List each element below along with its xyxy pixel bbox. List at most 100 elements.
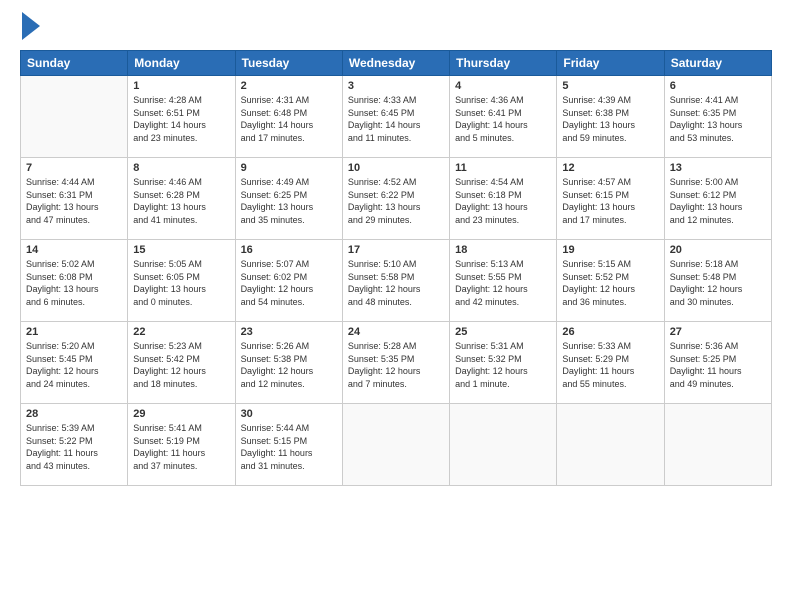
day-info: Sunrise: 5:18 AM Sunset: 5:48 PM Dayligh… — [670, 258, 766, 308]
day-number: 1 — [133, 80, 229, 92]
day-number: 17 — [348, 244, 444, 256]
day-number: 9 — [241, 162, 337, 174]
day-info: Sunrise: 4:44 AM Sunset: 6:31 PM Dayligh… — [26, 176, 122, 226]
week-row-2: 7Sunrise: 4:44 AM Sunset: 6:31 PM Daylig… — [21, 158, 772, 240]
calendar-cell: 23 Sunrise: 5:26 AM Sunset: 5:38 PM Dayli… — [235, 322, 342, 404]
day-number: 19 — [562, 244, 658, 256]
calendar-cell: 7Sunrise: 4:44 AM Sunset: 6:31 PM Daylig… — [21, 158, 128, 240]
week-row-5: 28 Sunrise: 5:39 AM Sunset: 5:22 PM Dayli… — [21, 404, 772, 486]
calendar-cell: 16 Sunrise: 5:07 AM Sunset: 6:02 PM Dayli… — [235, 240, 342, 322]
day-number: 23 — [241, 326, 337, 338]
calendar-cell — [557, 404, 664, 486]
day-info: Sunrise: 5:31 AM Sunset: 5:32 PM Dayligh… — [455, 340, 551, 390]
calendar-cell: 6 Sunrise: 4:41 AM Sunset: 6:35 PM Daylig… — [664, 76, 771, 158]
day-number: 6 — [670, 80, 766, 92]
day-number: 30 — [241, 408, 337, 420]
calendar-cell: 4 Sunrise: 4:36 AM Sunset: 6:41 PM Daylig… — [450, 76, 557, 158]
day-info: Sunrise: 4:54 AM Sunset: 6:18 PM Dayligh… — [455, 176, 551, 226]
calendar-cell: 18Sunrise: 5:13 AM Sunset: 5:55 PM Dayli… — [450, 240, 557, 322]
day-number: 15 — [133, 244, 229, 256]
day-info: Sunrise: 4:49 AM Sunset: 6:25 PM Dayligh… — [241, 176, 337, 226]
day-info: Sunrise: 4:31 AM Sunset: 6:48 PM Dayligh… — [241, 94, 337, 144]
calendar-cell: 5Sunrise: 4:39 AM Sunset: 6:38 PM Daylig… — [557, 76, 664, 158]
calendar-cell: 12 Sunrise: 4:57 AM Sunset: 6:15 PM Dayli… — [557, 158, 664, 240]
calendar-cell: 1 Sunrise: 4:28 AM Sunset: 6:51 PM Daylig… — [128, 76, 235, 158]
day-number: 2 — [241, 80, 337, 92]
calendar-cell: 8 Sunrise: 4:46 AM Sunset: 6:28 PM Daylig… — [128, 158, 235, 240]
calendar-cell: 20 Sunrise: 5:18 AM Sunset: 5:48 PM Dayli… — [664, 240, 771, 322]
logo-icon — [22, 12, 40, 40]
calendar-cell: 14 Sunrise: 5:02 AM Sunset: 6:08 PM Dayli… — [21, 240, 128, 322]
day-info: Sunrise: 5:23 AM Sunset: 5:42 PM Dayligh… — [133, 340, 229, 390]
week-row-1: 1 Sunrise: 4:28 AM Sunset: 6:51 PM Daylig… — [21, 76, 772, 158]
day-number: 11 — [455, 162, 551, 174]
day-info: Sunrise: 5:05 AM Sunset: 6:05 PM Dayligh… — [133, 258, 229, 308]
day-number: 21 — [26, 326, 122, 338]
day-number: 14 — [26, 244, 122, 256]
day-info: Sunrise: 5:26 AM Sunset: 5:38 PM Dayligh… — [241, 340, 337, 390]
calendar-cell: 17Sunrise: 5:10 AM Sunset: 5:58 PM Dayli… — [342, 240, 449, 322]
day-number: 4 — [455, 80, 551, 92]
calendar-cell: 22 Sunrise: 5:23 AM Sunset: 5:42 PM Dayli… — [128, 322, 235, 404]
day-info: Sunrise: 5:33 AM Sunset: 5:29 PM Dayligh… — [562, 340, 658, 390]
calendar-cell: 13 Sunrise: 5:00 AM Sunset: 6:12 PM Dayli… — [664, 158, 771, 240]
calendar-cell: 30 Sunrise: 5:44 AM Sunset: 5:15 PM Dayli… — [235, 404, 342, 486]
calendar-cell: 27 Sunrise: 5:36 AM Sunset: 5:25 PM Dayli… — [664, 322, 771, 404]
day-number: 13 — [670, 162, 766, 174]
day-number: 8 — [133, 162, 229, 174]
day-number: 20 — [670, 244, 766, 256]
page: SundayMondayTuesdayWednesdayThursdayFrid… — [0, 0, 792, 612]
weekday-sunday: Sunday — [21, 51, 128, 76]
day-number: 24 — [348, 326, 444, 338]
day-number: 25 — [455, 326, 551, 338]
day-number: 3 — [348, 80, 444, 92]
day-number: 26 — [562, 326, 658, 338]
calendar-cell — [664, 404, 771, 486]
calendar-cell: 21Sunrise: 5:20 AM Sunset: 5:45 PM Dayli… — [21, 322, 128, 404]
day-info: Sunrise: 4:41 AM Sunset: 6:35 PM Dayligh… — [670, 94, 766, 144]
day-info: Sunrise: 5:39 AM Sunset: 5:22 PM Dayligh… — [26, 422, 122, 472]
day-number: 28 — [26, 408, 122, 420]
calendar-cell: 9 Sunrise: 4:49 AM Sunset: 6:25 PM Daylig… — [235, 158, 342, 240]
day-info: Sunrise: 5:36 AM Sunset: 5:25 PM Dayligh… — [670, 340, 766, 390]
weekday-tuesday: Tuesday — [235, 51, 342, 76]
weekday-saturday: Saturday — [664, 51, 771, 76]
calendar-cell: 10 Sunrise: 4:52 AM Sunset: 6:22 PM Dayli… — [342, 158, 449, 240]
logo — [20, 16, 40, 40]
day-info: Sunrise: 5:07 AM Sunset: 6:02 PM Dayligh… — [241, 258, 337, 308]
day-info: Sunrise: 4:39 AM Sunset: 6:38 PM Dayligh… — [562, 94, 658, 144]
calendar-cell: 29 Sunrise: 5:41 AM Sunset: 5:19 PM Dayli… — [128, 404, 235, 486]
weekday-wednesday: Wednesday — [342, 51, 449, 76]
day-number: 18 — [455, 244, 551, 256]
day-info: Sunrise: 5:44 AM Sunset: 5:15 PM Dayligh… — [241, 422, 337, 472]
week-row-4: 21Sunrise: 5:20 AM Sunset: 5:45 PM Dayli… — [21, 322, 772, 404]
day-info: Sunrise: 5:00 AM Sunset: 6:12 PM Dayligh… — [670, 176, 766, 226]
calendar-table: SundayMondayTuesdayWednesdayThursdayFrid… — [20, 50, 772, 486]
weekday-monday: Monday — [128, 51, 235, 76]
day-number: 29 — [133, 408, 229, 420]
day-number: 10 — [348, 162, 444, 174]
day-number: 12 — [562, 162, 658, 174]
day-info: Sunrise: 5:02 AM Sunset: 6:08 PM Dayligh… — [26, 258, 122, 308]
day-info: Sunrise: 4:28 AM Sunset: 6:51 PM Dayligh… — [133, 94, 229, 144]
day-info: Sunrise: 4:46 AM Sunset: 6:28 PM Dayligh… — [133, 176, 229, 226]
week-row-3: 14 Sunrise: 5:02 AM Sunset: 6:08 PM Dayli… — [21, 240, 772, 322]
day-info: Sunrise: 5:28 AM Sunset: 5:35 PM Dayligh… — [348, 340, 444, 390]
day-info: Sunrise: 4:33 AM Sunset: 6:45 PM Dayligh… — [348, 94, 444, 144]
weekday-friday: Friday — [557, 51, 664, 76]
day-number: 16 — [241, 244, 337, 256]
day-info: Sunrise: 5:41 AM Sunset: 5:19 PM Dayligh… — [133, 422, 229, 472]
day-number: 27 — [670, 326, 766, 338]
day-info: Sunrise: 4:52 AM Sunset: 6:22 PM Dayligh… — [348, 176, 444, 226]
day-info: Sunrise: 5:15 AM Sunset: 5:52 PM Dayligh… — [562, 258, 658, 308]
calendar-cell: 19 Sunrise: 5:15 AM Sunset: 5:52 PM Dayli… — [557, 240, 664, 322]
day-info: Sunrise: 4:57 AM Sunset: 6:15 PM Dayligh… — [562, 176, 658, 226]
header — [20, 16, 772, 40]
calendar-cell — [21, 76, 128, 158]
weekday-thursday: Thursday — [450, 51, 557, 76]
day-number: 22 — [133, 326, 229, 338]
weekday-header-row: SundayMondayTuesdayWednesdayThursdayFrid… — [21, 51, 772, 76]
calendar-cell: 24 Sunrise: 5:28 AM Sunset: 5:35 PM Dayli… — [342, 322, 449, 404]
calendar-cell — [450, 404, 557, 486]
day-info: Sunrise: 4:36 AM Sunset: 6:41 PM Dayligh… — [455, 94, 551, 144]
